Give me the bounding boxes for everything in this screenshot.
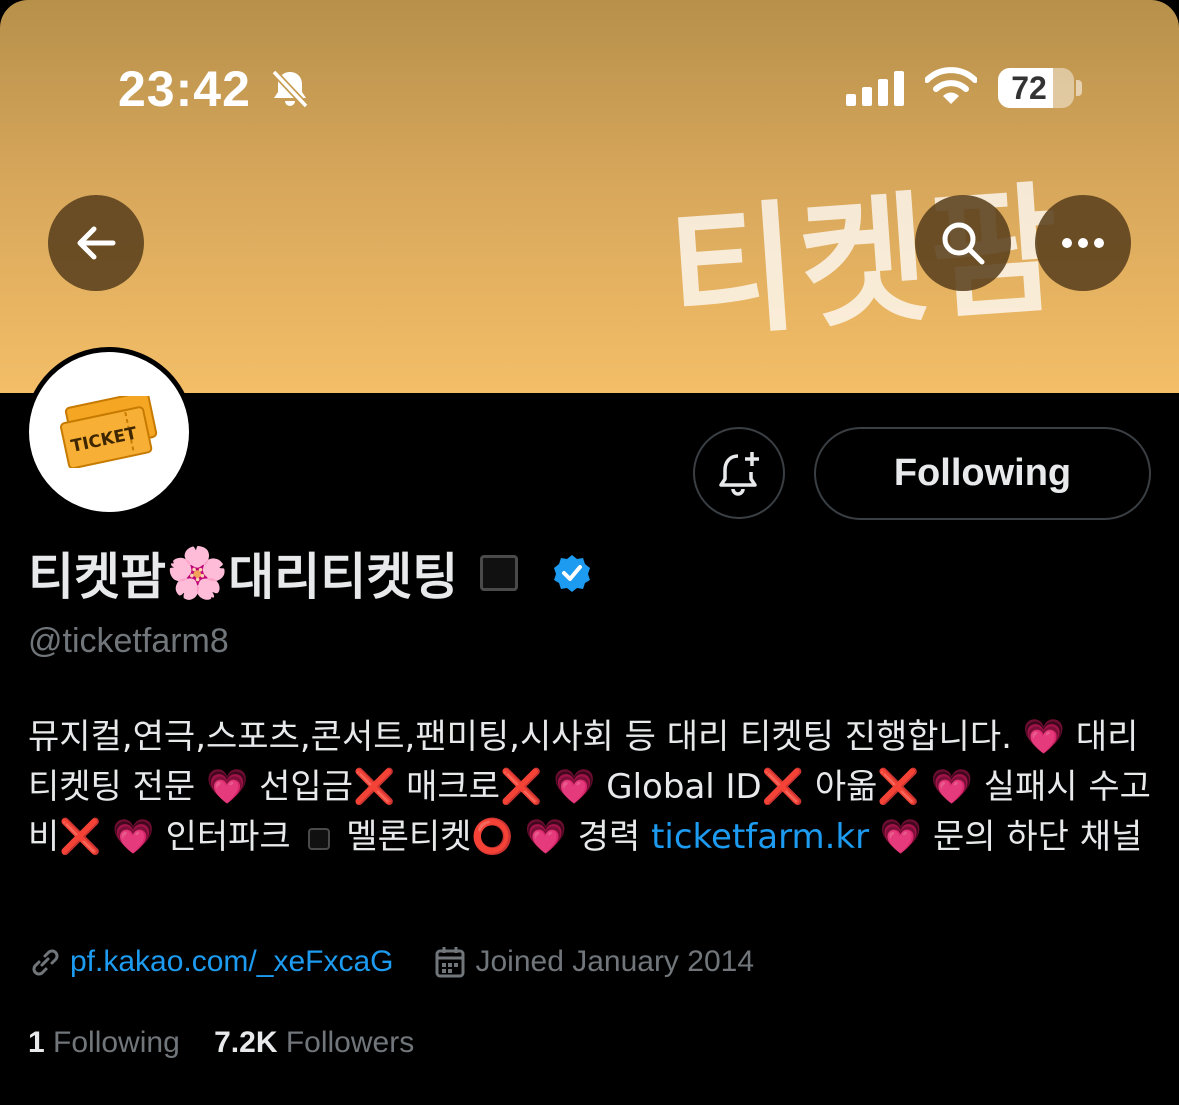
bio-text-2: 멜론티켓⭕️ 💗 경력 — [335, 817, 652, 857]
following-link[interactable]: 1 Following — [28, 1026, 180, 1059]
bio-text-3: 💗 문의 하단 채널 — [869, 817, 1143, 857]
search-button[interactable] — [915, 195, 1011, 291]
website-link[interactable]: pf.kakao.com/_xeFxcaG — [70, 945, 393, 979]
calendar-icon — [435, 947, 465, 978]
followers-label: Followers — [285, 1026, 415, 1059]
more-options-button[interactable] — [1035, 195, 1131, 291]
more-icon — [1062, 238, 1104, 248]
status-time: 23:42 — [118, 61, 251, 117]
search-icon — [942, 222, 985, 265]
black-square-emoji — [480, 555, 519, 591]
followers-count: 7.2K — [214, 1026, 278, 1059]
join-date: Joined January 2014 — [475, 945, 755, 978]
following-button[interactable]: Following — [814, 427, 1151, 520]
followers-link[interactable]: 7.2K Followers — [214, 1026, 414, 1059]
battery-percent: 72 — [1011, 70, 1047, 106]
notification-button[interactable] — [693, 427, 785, 519]
profile-bio: 뮤지컬,연극,스포츠,콘서트,팬미팅,시사회 등 대리 티켓팅 진행합니다. 💗… — [28, 712, 1153, 862]
profile-meta: pf.kakao.com/_xeFxcaG Joined January 201… — [28, 940, 754, 984]
battery-tip — [1076, 80, 1082, 96]
battery-indicator: 72 — [998, 68, 1074, 108]
verified-badge-icon[interactable] — [552, 553, 592, 593]
back-arrow-icon — [77, 226, 116, 260]
black-square-emoji — [307, 827, 330, 850]
back-button[interactable] — [48, 195, 144, 291]
bell-off-icon — [271, 69, 309, 109]
notification-add-icon — [719, 452, 759, 496]
following-count: 1 — [28, 1026, 45, 1059]
follow-counts: 1 Following 7.2K Followers — [28, 1026, 414, 1060]
ticket-icon: TICKET — [60, 396, 158, 468]
bio-link[interactable]: ticketfarm.kr — [651, 817, 869, 857]
wifi-icon — [925, 67, 977, 104]
link-icon — [32, 949, 59, 976]
profile-banner[interactable]: 티켓팜 — [0, 0, 1179, 393]
cherry-blossom-emoji: 🌸 — [166, 543, 229, 602]
following-label: Following — [53, 1026, 180, 1059]
user-handle: @ticketfarm8 — [28, 622, 229, 660]
display-name-text: 티켓팜 — [28, 548, 166, 606]
cellular-signal-icon — [846, 71, 904, 106]
avatar[interactable]: TICKET — [24, 347, 194, 517]
display-name-text-2: 대리티켓팅 — [228, 548, 459, 606]
display-name: 티켓팜 🌸 대리티켓팅 — [28, 538, 592, 608]
